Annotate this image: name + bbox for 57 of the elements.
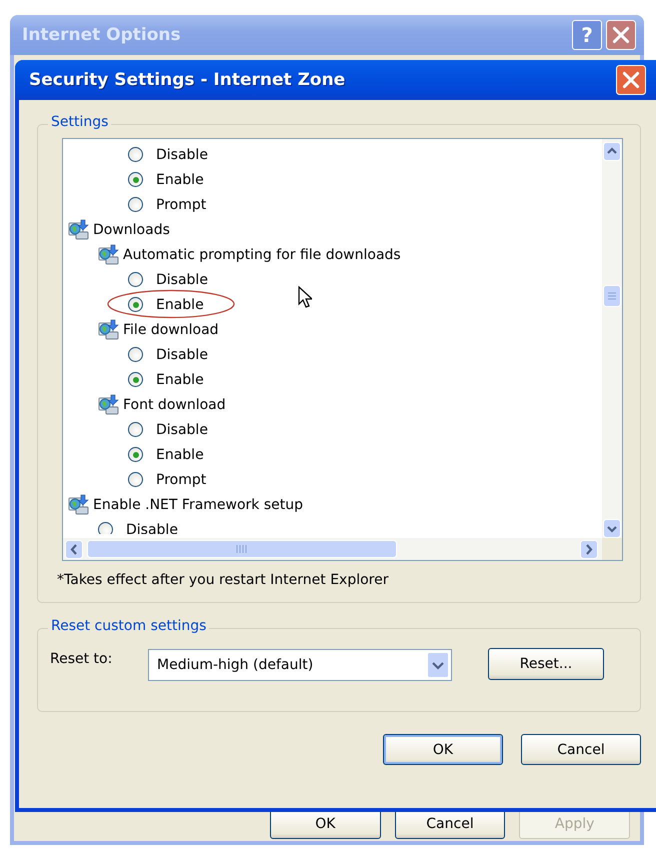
horizontal-scrollbar[interactable]: [63, 538, 602, 560]
setting-label: File download: [122, 322, 220, 338]
settings-list[interactable]: Disable Enable Prompt Downloads Automatic prompting for file downloads Disable Enable File download Disable Enable Font download Disable Enable Prompt Enable .NET Framework setup Disable: [62, 138, 623, 561]
option-label: Disable: [155, 422, 209, 438]
dialog-button[interactable]: OK: [270, 809, 381, 839]
settings-node-icon: [98, 319, 119, 340]
option-label: Prompt: [155, 472, 208, 488]
close-icon[interactable]: [606, 20, 636, 50]
setting-label: Enable .NET Framework setup: [92, 496, 304, 512]
radio-button[interactable]: [128, 297, 143, 312]
dialog-button[interactable]: Cancel: [394, 809, 506, 839]
setting-label: Font download: [122, 396, 227, 412]
radio-button[interactable]: [128, 372, 143, 387]
dialog-button[interactable]: Cancel: [521, 734, 641, 765]
option-label: Disable: [155, 272, 209, 288]
reset-dropdown[interactable]: Medium-high (default): [148, 649, 452, 681]
option-label: Enable: [155, 172, 205, 188]
scroll-right-icon[interactable]: [580, 540, 598, 558]
radio-button[interactable]: [128, 447, 143, 462]
option-label: Enable: [155, 296, 205, 312]
option-label: Disable: [125, 522, 179, 534]
option-label: Enable: [155, 372, 205, 388]
setting-label: Downloads: [92, 222, 171, 238]
group-label: Reset custom settings: [48, 618, 210, 634]
settings-node-icon: [98, 394, 119, 415]
scroll-thumb[interactable]: [87, 540, 397, 558]
close-icon[interactable]: [616, 65, 646, 95]
field-label: Reset to:: [50, 650, 114, 667]
scroll-thumb[interactable]: [603, 285, 621, 307]
radio-button[interactable]: [128, 422, 143, 437]
radio-button[interactable]: [128, 172, 143, 187]
radio-button[interactable]: [128, 472, 143, 487]
option-label: Prompt: [155, 196, 208, 212]
settings-node-icon: [68, 219, 89, 240]
option-label: Disable: [155, 146, 209, 162]
radio-button[interactable]: [128, 147, 143, 162]
vertical-scrollbar[interactable]: [602, 139, 622, 538]
radio-button[interactable]: [128, 197, 143, 212]
setting-label: Automatic prompting for file downloads: [122, 246, 402, 262]
restart-note: *Takes effect after you restart Internet Explorer: [57, 571, 390, 588]
settings-node-icon: [68, 494, 89, 515]
radio-button[interactable]: [128, 347, 143, 362]
cursor-icon: [298, 286, 312, 308]
option-label: Enable: [155, 446, 205, 462]
scrollbar-corner: [602, 538, 622, 560]
settings-node-icon: [98, 244, 119, 265]
window-title: Internet Options: [22, 25, 182, 45]
option-label: Disable: [155, 346, 209, 362]
radio-button[interactable]: [128, 272, 143, 287]
scroll-down-icon[interactable]: [603, 519, 621, 538]
radio-button[interactable]: [98, 522, 113, 534]
dialog-title: Security Settings - Internet Zone: [29, 70, 346, 90]
reset-button[interactable]: Reset...: [488, 648, 604, 680]
scroll-left-icon[interactable]: [65, 540, 83, 558]
scroll-up-icon[interactable]: [603, 142, 621, 161]
group-label: Settings: [48, 114, 112, 130]
dialog-button[interactable]: OK: [383, 734, 503, 765]
